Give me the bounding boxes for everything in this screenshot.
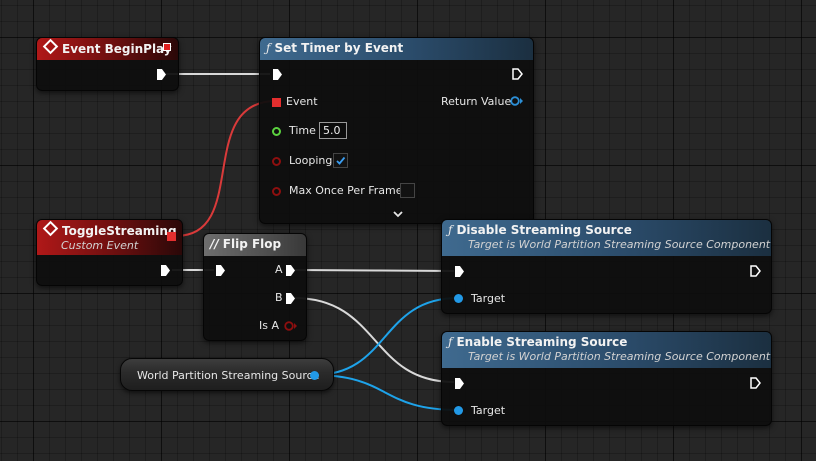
node-streaming-source-variable[interactable]: World Partition Streaming Source [120,358,334,391]
node-header: ƒ Set Timer by Event [260,38,533,60]
node-title: Set Timer by Event [274,41,404,55]
node-header: Event BeginPlay [37,38,178,60]
variable-output-pin[interactable] [310,371,319,380]
node-subtitle: Target is World Partition Streaming Sour… [468,238,771,251]
return-value-pin[interactable] [510,96,524,106]
node-event-beginplay[interactable]: Event BeginPlay [36,37,179,91]
exec-output-pin[interactable] [512,68,523,80]
exec-output-pin[interactable] [157,69,166,80]
function-icon: ƒ [266,41,271,55]
target-pin-label: Target [471,292,506,305]
time-input-pin[interactable] [272,127,281,136]
delegate-output-pin[interactable] [163,43,171,51]
node-header: //Flip Flop [204,234,306,256]
exec-input-pin[interactable] [455,266,464,277]
max-once-input-pin[interactable] [272,187,281,196]
is-a-pin-label: Is A [259,319,279,332]
node-header: ToggleStreaming Custom Event [37,220,182,255]
b-exec-output-pin[interactable] [286,293,295,304]
function-icon: ƒ [448,335,453,349]
time-value-field[interactable]: 5.0 [319,122,347,139]
node-title: Flip Flop [222,237,282,251]
node-toggle-streaming[interactable]: ToggleStreaming Custom Event [36,219,183,286]
max-once-pin-label: Max Once Per Frame [289,184,403,197]
flipflop-macro-icon: // [210,237,219,251]
looping-pin-label: Looping [289,154,333,167]
node-subtitle: Target is World Partition Streaming Sour… [468,350,771,363]
checkmark-icon [336,156,346,165]
exec-input-pin[interactable] [216,265,225,276]
object-wire-to-disable-target [313,297,459,376]
target-input-pin[interactable] [454,294,463,303]
target-pin-label: Target [471,404,506,417]
chevron-down-icon[interactable] [392,210,404,219]
exec-input-pin[interactable] [455,378,464,389]
exec-output-pin[interactable] [750,377,761,389]
target-input-pin[interactable] [454,406,463,415]
max-once-checkbox[interactable] [400,183,415,198]
a-pin-label: A [275,263,283,276]
node-header: ƒ Disable Streaming Source Target is Worl… [442,220,771,256]
node-title: Enable Streaming Source [456,335,628,349]
node-title: ToggleStreaming [62,224,177,238]
event-delegate-pin[interactable] [272,98,281,107]
node-subtitle: Custom Event [61,239,139,252]
function-icon: ƒ [448,223,453,237]
node-set-timer-by-event[interactable]: ƒ Set Timer by Event Event Return Value T… [259,37,534,224]
node-title: Event BeginPlay [62,42,172,56]
event-diamond-icon [42,38,59,55]
event-diamond-icon [42,220,59,237]
node-title: Disable Streaming Source [456,223,632,237]
looping-checkbox[interactable] [333,153,348,168]
return-value-label: Return Value [441,95,512,108]
exec-output-pin[interactable] [161,265,170,276]
exec-output-pin[interactable] [750,265,761,277]
delegate-output-pin[interactable] [167,232,176,241]
is-a-output-pin[interactable] [284,321,298,331]
time-pin-label: Time [289,124,316,137]
node-disable-streaming-source[interactable]: ƒ Disable Streaming Source Target is Worl… [441,219,772,314]
node-enable-streaming-source[interactable]: ƒ Enable Streaming Source Target is World… [441,331,772,426]
exec-input-pin[interactable] [273,69,282,80]
b-pin-label: B [275,291,283,304]
variable-label: World Partition Streaming Source [137,369,320,382]
node-flip-flop[interactable]: //Flip Flop A B Is A [203,233,307,341]
a-exec-output-pin[interactable] [286,265,295,276]
looping-input-pin[interactable] [272,157,281,166]
node-header: ƒ Enable Streaming Source Target is World… [442,332,771,368]
event-pin-label: Event [286,95,318,108]
exec-wire-a-to-disable [293,269,455,272]
